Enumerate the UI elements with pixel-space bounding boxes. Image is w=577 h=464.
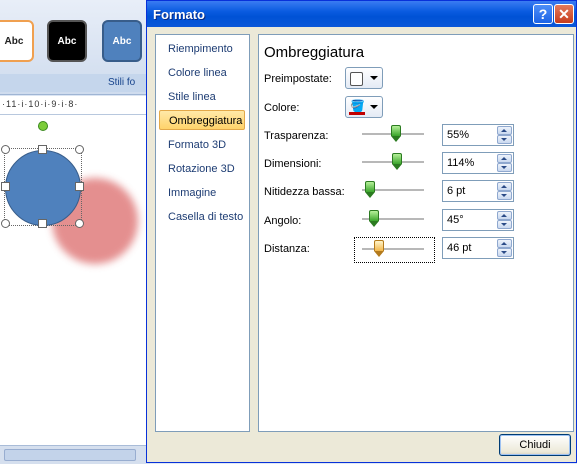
distance-value[interactable]: 46 pt — [447, 242, 471, 254]
resize-handle-top[interactable] — [38, 145, 47, 154]
angle-spinner[interactable]: 45° — [442, 209, 514, 231]
nav-item-riempimento[interactable]: Riempimento — [159, 39, 245, 59]
resize-handle-left[interactable] — [1, 182, 10, 191]
resize-handle-top-left[interactable] — [1, 145, 10, 154]
spin-up-button[interactable] — [497, 182, 512, 191]
slider-thumb[interactable] — [392, 153, 402, 171]
resize-handle-bottom-right[interactable] — [75, 219, 84, 228]
size-value[interactable]: 114% — [447, 157, 474, 169]
help-button[interactable]: ? — [533, 4, 553, 24]
distance-spinner[interactable]: 46 pt — [442, 237, 514, 259]
distance-label: Distanza: — [264, 243, 310, 255]
ribbon-group-label: Stili fo — [0, 74, 150, 92]
spin-up-button[interactable] — [497, 126, 512, 135]
preset-swatch-icon — [350, 72, 363, 86]
paint-bucket-icon: 🪣 — [350, 99, 365, 113]
slider-thumb[interactable] — [391, 125, 401, 143]
shape-style-black[interactable]: Abc — [47, 20, 87, 62]
circle-shape[interactable] — [5, 150, 81, 226]
spin-up-button[interactable] — [497, 239, 512, 248]
spin-down-button[interactable] — [497, 135, 512, 144]
color-label: Colore: — [264, 102, 300, 114]
nav-item-immagine[interactable]: Immagine — [159, 183, 245, 203]
nav-item-rotazione-3d[interactable]: Rotazione 3D — [159, 159, 245, 179]
ruler: ·11·i·10·i·9·i·8· — [0, 96, 150, 115]
panel-heading: Ombreggiatura — [264, 44, 365, 61]
shadow-settings-panel: Ombreggiatura Preimpostate: Colore: 🪣 Tr… — [258, 34, 574, 432]
nav-item-casella-di-testo[interactable]: Casella di testo — [159, 207, 245, 227]
spin-down-button[interactable] — [497, 248, 512, 257]
category-list: Riempimento Colore linea Stile linea Omb… — [155, 34, 250, 432]
slider-thumb[interactable] — [374, 240, 384, 258]
rotation-handle[interactable] — [38, 121, 48, 131]
size-slider[interactable] — [362, 152, 424, 172]
nav-item-ombreggiatura[interactable]: Ombreggiatura — [159, 110, 245, 130]
nav-item-colore-linea[interactable]: Colore linea — [159, 63, 245, 83]
close-window-button[interactable]: ✕ — [554, 4, 574, 24]
nav-item-formato-3d[interactable]: Formato 3D — [159, 135, 245, 155]
color-swatch — [349, 112, 365, 115]
help-icon: ? — [538, 6, 548, 22]
resize-handle-bottom-left[interactable] — [1, 219, 10, 228]
close-icon: ✕ — [558, 5, 570, 22]
transparency-spinner[interactable]: 55% — [442, 124, 514, 146]
dialog-title: Formato — [153, 7, 205, 22]
horizontal-scrollbar[interactable] — [0, 445, 150, 464]
blur-spinner[interactable]: 6 pt — [442, 180, 514, 202]
resize-handle-bottom[interactable] — [38, 219, 47, 228]
distance-slider[interactable] — [362, 239, 424, 259]
size-spinner[interactable]: 114% — [442, 152, 514, 174]
shape-style-blue[interactable]: Abc — [102, 20, 142, 62]
transparency-value[interactable]: 55% — [447, 129, 469, 141]
preset-label: Preimpostate: — [264, 73, 332, 85]
size-label: Dimensioni: — [264, 158, 322, 170]
spin-down-button[interactable] — [497, 163, 512, 172]
scrollbar-thumb[interactable] — [4, 449, 136, 461]
transparency-label: Trasparenza: — [264, 130, 329, 142]
spin-up-button[interactable] — [497, 154, 512, 163]
format-dialog: Formato ? ✕ Riempimento Colore linea Sti… — [146, 0, 577, 463]
blur-label: Nitidezza bassa: — [264, 186, 345, 198]
angle-value[interactable]: 45° — [447, 214, 464, 226]
blur-value[interactable]: 6 pt — [447, 185, 465, 197]
transparency-slider[interactable] — [362, 124, 424, 144]
resize-handle-right[interactable] — [75, 182, 84, 191]
chevron-down-icon — [370, 105, 378, 109]
slider-thumb[interactable] — [365, 181, 375, 199]
angle-label: Angolo: — [264, 215, 302, 227]
preset-dropdown[interactable] — [345, 67, 383, 89]
resize-handle-top-right[interactable] — [75, 145, 84, 154]
document-background: Abc Abc Abc Stili fo ·11·i·10·i·9·i·8· — [0, 0, 150, 464]
dialog-titlebar[interactable]: Formato ? ✕ — [147, 1, 576, 27]
shape-style-white[interactable]: Abc — [0, 20, 34, 62]
close-button[interactable]: Chiudi — [499, 434, 571, 456]
shape-styles-label: Stili fo — [108, 77, 136, 88]
ruler-text: ·11·i·10·i·9·i·8· — [2, 99, 79, 109]
color-dropdown[interactable]: 🪣 — [345, 96, 383, 118]
slider-thumb[interactable] — [369, 210, 379, 228]
ribbon: Abc Abc Abc Stili fo — [0, 0, 150, 95]
spin-up-button[interactable] — [497, 211, 512, 220]
spin-down-button[interactable] — [497, 220, 512, 229]
spin-down-button[interactable] — [497, 191, 512, 200]
slider-track — [362, 248, 424, 251]
angle-slider[interactable] — [362, 209, 424, 229]
chevron-down-icon — [370, 76, 378, 80]
blur-slider[interactable] — [362, 180, 424, 200]
nav-item-stile-linea[interactable]: Stile linea — [159, 87, 245, 107]
